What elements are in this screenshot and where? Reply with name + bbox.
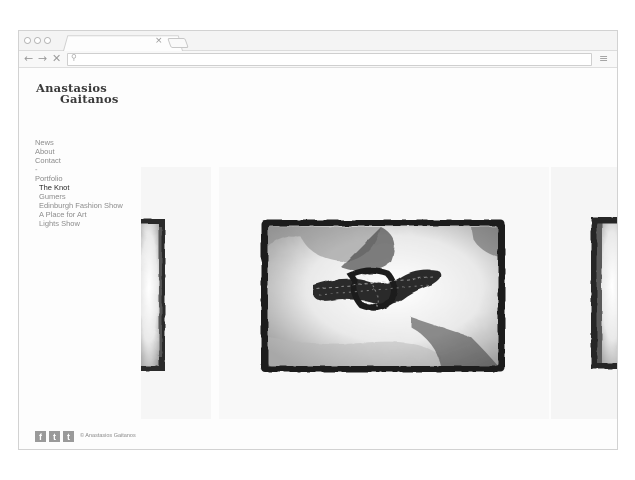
twitter-icon[interactable]: t [49, 431, 60, 442]
logo-line-2: Gaitanos [60, 92, 119, 106]
browser-window: × ← → ✕ ⚲ ≡ Anastasios Gaitanos News Abo… [18, 30, 618, 450]
menu-icon[interactable]: ≡ [599, 52, 608, 65]
site-navigation: News About Contact - Portfolio The Knot … [35, 138, 123, 228]
stop-icon[interactable]: ✕ [52, 52, 61, 66]
nav-portfolio[interactable]: Portfolio [35, 174, 123, 183]
knot-plate-image [261, 220, 505, 372]
maximize-window-button[interactable] [44, 37, 51, 44]
new-tab-button[interactable] [167, 38, 189, 48]
minimize-window-button[interactable] [34, 37, 41, 44]
browser-toolbar: ← → ✕ ⚲ ≡ [19, 51, 617, 68]
nav-news[interactable]: News [35, 138, 123, 147]
address-bar[interactable]: ⚲ [67, 53, 592, 66]
search-icon: ⚲ [71, 53, 77, 62]
nav-project-the-knot[interactable]: The Knot [35, 183, 123, 192]
facebook-icon[interactable]: f [35, 431, 46, 442]
nav-project-lights-show[interactable]: Lights Show [35, 219, 123, 228]
nav-project-edinburgh-fashion-show[interactable]: Edinburgh Fashion Show [35, 201, 123, 210]
left-plate-image [141, 219, 165, 371]
nav-contact[interactable]: Contact [35, 156, 123, 165]
site-logo[interactable]: Anastasios Gaitanos [36, 82, 119, 106]
back-icon[interactable]: ← [24, 52, 33, 66]
nav-project-a-place-for-art[interactable]: A Place for Art [35, 210, 123, 219]
tumblr-icon[interactable]: t [63, 431, 74, 442]
right-plate-image [591, 217, 617, 369]
nav-project-gumers[interactable]: Gumers [35, 192, 123, 201]
copyright-text: © Anastasios Gaitanos [80, 433, 136, 439]
browser-tab[interactable] [63, 35, 183, 51]
close-window-button[interactable] [24, 37, 31, 44]
nav-separator: - [35, 165, 38, 174]
gallery-photos [141, 217, 617, 372]
forward-icon[interactable]: → [38, 52, 47, 66]
web-page: Anastasios Gaitanos News About Contact -… [19, 69, 617, 449]
nav-about[interactable]: About [35, 147, 123, 156]
browser-titlebar: × [19, 31, 617, 51]
image-gallery[interactable] [141, 167, 617, 419]
tab-close-icon[interactable]: × [155, 35, 163, 47]
